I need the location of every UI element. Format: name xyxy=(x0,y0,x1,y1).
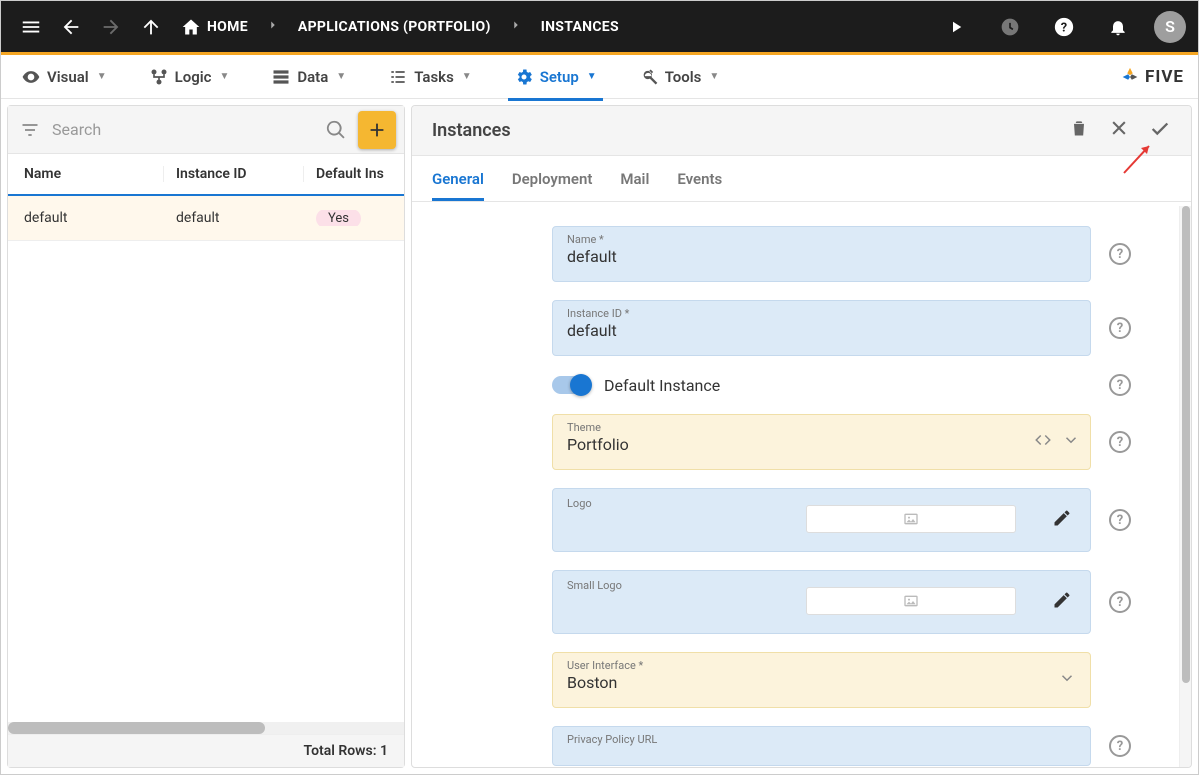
logo-label: Logo xyxy=(567,497,592,510)
name-label: Name * xyxy=(567,233,1076,246)
breadcrumb-home-label: HOME xyxy=(207,19,248,35)
svg-text:?: ? xyxy=(1061,20,1067,35)
filter-icon[interactable] xyxy=(16,120,44,140)
chat-icon[interactable] xyxy=(992,9,1028,45)
tool-visual-label: Visual xyxy=(47,68,89,86)
avatar-letter: S xyxy=(1165,17,1175,36)
breadcrumb-applications-label: APPLICATIONS (PORTFOLIO) xyxy=(298,19,491,35)
instanceid-field[interactable]: Instance ID * default xyxy=(552,300,1091,356)
edit-icon[interactable] xyxy=(1052,590,1072,614)
right-panel: Instances General Deployment Mail E xyxy=(411,105,1192,768)
edit-icon[interactable] xyxy=(1052,508,1072,532)
left-panel: Name Instance ID Default Ins default def… xyxy=(7,105,405,768)
back-icon[interactable] xyxy=(53,9,89,45)
close-icon[interactable] xyxy=(1109,118,1129,144)
detail-tabs: General Deployment Mail Events xyxy=(412,156,1191,202)
forward-icon xyxy=(93,9,129,45)
small-logo-label: Small Logo xyxy=(567,579,622,592)
up-icon[interactable] xyxy=(133,9,169,45)
brand-logo: FIVE xyxy=(1119,66,1184,88)
cell-default: Yes xyxy=(304,210,388,226)
help-icon[interactable]: ? xyxy=(1109,735,1131,757)
badge-yes: Yes xyxy=(316,210,361,226)
ui-label: User Interface * xyxy=(567,659,1076,672)
ui-field[interactable]: User Interface * Boston xyxy=(552,652,1091,708)
table-footer: Total Rows: 1 xyxy=(8,734,404,767)
help-icon[interactable]: ? xyxy=(1109,317,1131,339)
toolbar: Visual▼ Logic▼ Data▼ Tasks▼ Setup▼ Tools… xyxy=(1,55,1198,99)
search-icon[interactable] xyxy=(322,119,350,141)
tool-tasks[interactable]: Tasks▼ xyxy=(382,63,478,91)
run-icon[interactable] xyxy=(938,9,974,45)
small-logo-preview xyxy=(806,587,1016,615)
ui-value: Boston xyxy=(567,673,1076,692)
tool-setup[interactable]: Setup▼ xyxy=(508,63,603,91)
avatar[interactable]: S xyxy=(1154,11,1186,43)
add-button[interactable] xyxy=(358,111,396,149)
default-instance-toggle[interactable] xyxy=(552,376,590,394)
tab-deployment[interactable]: Deployment xyxy=(512,158,593,200)
theme-field[interactable]: Theme Portfolio xyxy=(552,414,1091,470)
breadcrumb-instances[interactable]: INSTANCES xyxy=(533,19,627,35)
help-icon[interactable]: ? xyxy=(1109,591,1131,613)
breadcrumb-instances-label: INSTANCES xyxy=(541,19,619,35)
tool-logic-label: Logic xyxy=(175,68,212,86)
brand-text: FIVE xyxy=(1145,67,1184,87)
privacy-field[interactable]: Privacy Policy URL xyxy=(552,726,1091,766)
col-instance-id[interactable]: Instance ID xyxy=(164,166,304,182)
delete-icon[interactable] xyxy=(1069,118,1089,144)
vertical-scrollbar[interactable] xyxy=(1179,206,1191,767)
tab-mail[interactable]: Mail xyxy=(620,158,649,200)
logo-field[interactable]: Logo xyxy=(552,488,1091,552)
table-header: Name Instance ID Default Ins xyxy=(8,154,404,196)
save-check-icon[interactable] xyxy=(1149,118,1171,144)
table-row[interactable]: default default Yes xyxy=(8,196,404,241)
tool-data-label: Data xyxy=(297,68,328,86)
tool-tools-label: Tools xyxy=(665,68,702,86)
default-instance-label: Default Instance xyxy=(604,376,720,395)
name-value: default xyxy=(567,247,1076,266)
tool-data[interactable]: Data▼ xyxy=(265,63,352,91)
help-icon[interactable]: ? xyxy=(1046,9,1082,45)
instanceid-value: default xyxy=(567,321,1076,340)
col-name[interactable]: Name xyxy=(24,166,164,182)
page-title: Instances xyxy=(432,120,511,141)
tab-events[interactable]: Events xyxy=(677,158,722,200)
col-default[interactable]: Default Ins xyxy=(304,166,388,182)
theme-label: Theme xyxy=(567,421,1076,434)
tool-logic[interactable]: Logic▼ xyxy=(143,63,236,91)
tool-visual[interactable]: Visual▼ xyxy=(15,63,113,91)
breadcrumb-home[interactable]: HOME xyxy=(173,17,256,37)
tool-setup-label: Setup xyxy=(540,68,579,86)
tool-tasks-label: Tasks xyxy=(414,68,454,86)
help-icon[interactable]: ? xyxy=(1109,431,1131,453)
instanceid-label: Instance ID * xyxy=(567,307,1076,320)
menu-icon[interactable] xyxy=(13,9,49,45)
name-field[interactable]: Name * default xyxy=(552,226,1091,282)
cell-name: default xyxy=(24,210,164,226)
logo-preview xyxy=(806,505,1016,533)
chevron-right-icon xyxy=(503,18,529,36)
horizontal-scrollbar[interactable] xyxy=(8,722,404,734)
cell-id: default xyxy=(164,210,304,226)
code-icon[interactable] xyxy=(1034,431,1052,453)
chevron-right-icon xyxy=(260,18,286,36)
tab-general[interactable]: General xyxy=(432,158,484,200)
tool-tools[interactable]: Tools▼ xyxy=(633,63,726,91)
privacy-label: Privacy Policy URL xyxy=(567,733,1076,746)
bell-icon[interactable] xyxy=(1100,9,1136,45)
help-icon[interactable]: ? xyxy=(1109,374,1131,396)
help-icon[interactable]: ? xyxy=(1109,243,1131,265)
topbar: HOME APPLICATIONS (PORTFOLIO) INSTANCES … xyxy=(1,1,1198,55)
chevron-down-icon[interactable] xyxy=(1062,431,1080,453)
theme-value: Portfolio xyxy=(567,435,1076,454)
help-icon[interactable]: ? xyxy=(1109,509,1131,531)
chevron-down-icon[interactable] xyxy=(1058,669,1076,691)
search-input[interactable] xyxy=(52,120,314,139)
breadcrumb-applications[interactable]: APPLICATIONS (PORTFOLIO) xyxy=(290,19,499,35)
small-logo-field[interactable]: Small Logo xyxy=(552,570,1091,634)
